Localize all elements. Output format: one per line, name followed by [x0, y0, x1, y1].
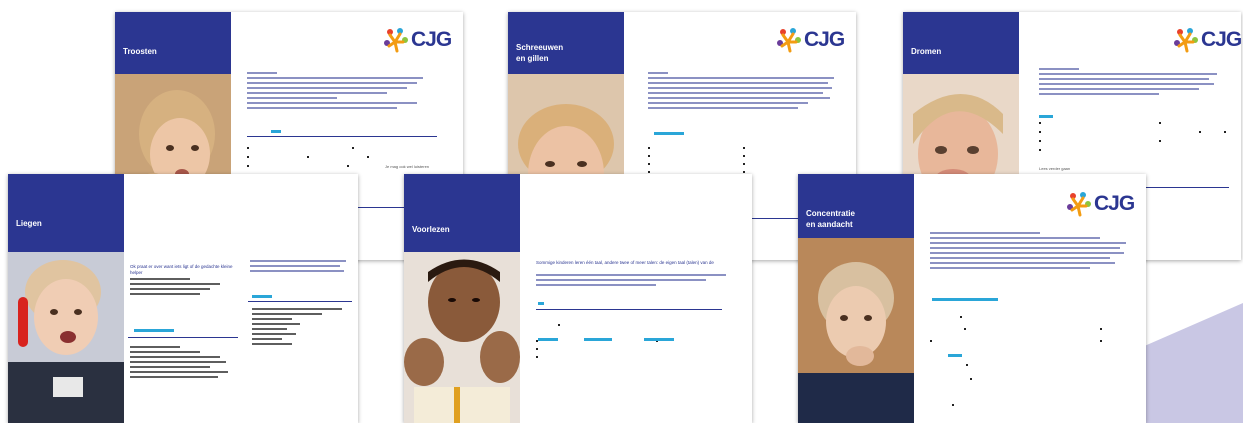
brochure-page-voorlezen: Voorlezen Sommige kinderen leren één taa…: [404, 174, 752, 423]
cjg-logo-text: CJG: [411, 28, 452, 51]
section-marker: [134, 329, 174, 332]
section-marker: [538, 302, 544, 305]
body-text-column: [130, 278, 240, 298]
checklist: [536, 324, 726, 364]
cjg-figures-icon: [1174, 28, 1198, 53]
cjg-logo-text: CJG: [1094, 192, 1135, 215]
divider: [248, 301, 352, 302]
title-band: Dromen: [903, 12, 1019, 74]
divider: [536, 309, 722, 310]
page-title: Voorlezen: [412, 225, 450, 234]
sidebar-box: [250, 260, 350, 275]
father-reading-photo: [404, 252, 520, 423]
body-text: [648, 72, 838, 112]
divider: [128, 337, 238, 338]
title-band: Schreeuwen en gillen: [508, 12, 624, 74]
title-band: Troosten: [115, 12, 231, 74]
cjg-logo-text: CJG: [1201, 28, 1241, 51]
side-note: Je mag ook wel luisteren: [385, 164, 430, 169]
cjg-figures-icon: [777, 28, 801, 53]
section-marker: [644, 338, 674, 341]
checklist-right: [252, 308, 352, 348]
cjg-logo: CJG: [774, 26, 845, 54]
section-marker: [654, 132, 684, 135]
page-title: Schreeuwen en gillen: [516, 43, 564, 63]
cjg-logo: CJG: [1171, 26, 1241, 54]
page-title: Dromen: [911, 47, 942, 56]
cjg-logo: CJG: [381, 26, 452, 54]
section-marker: [252, 295, 272, 298]
section-marker: [538, 338, 558, 341]
checklist: [930, 308, 1130, 408]
title-band: Liegen: [8, 174, 124, 252]
divider: [247, 136, 437, 137]
cjg-logo-text: CJG: [804, 28, 845, 51]
body-text: [930, 232, 1130, 272]
body-text: [1039, 68, 1219, 98]
section-marker: [948, 354, 962, 357]
section-marker: [1039, 115, 1053, 118]
cjg-logo: CJG: [1064, 190, 1135, 218]
cjg-figures-icon: [1067, 192, 1091, 217]
page-title: Concentratie en aandacht: [806, 209, 855, 229]
checklist: [1039, 122, 1229, 162]
footer-note: Lees verder gaan: [1039, 166, 1071, 171]
thinking-child-photo: [798, 238, 914, 423]
page-title: Liegen: [16, 219, 42, 228]
body-text: [536, 274, 732, 289]
page-title: Troosten: [123, 47, 157, 56]
intro-text: Ok praat er over want iets ligt of de ge…: [130, 264, 233, 275]
section-marker: [584, 338, 612, 341]
checklist-left: [130, 346, 240, 381]
title-band: Voorlezen: [404, 174, 520, 252]
brochure-page-concentratie: Concentratie en aandacht CJG: [798, 174, 1146, 423]
intro-text: Sommige kinderen leren één taal, andere …: [536, 260, 714, 265]
section-marker: [271, 130, 281, 133]
brochure-page-liegen: Liegen Ok praat er over want iets ligt o…: [8, 174, 358, 423]
body-text: [247, 72, 437, 112]
decorative-lilac-shape: [1133, 303, 1243, 423]
section-marker: [932, 298, 998, 301]
cjg-figures-icon: [384, 28, 408, 53]
child-on-phone-photo: [8, 252, 124, 423]
title-band: Concentratie en aandacht: [798, 174, 914, 238]
